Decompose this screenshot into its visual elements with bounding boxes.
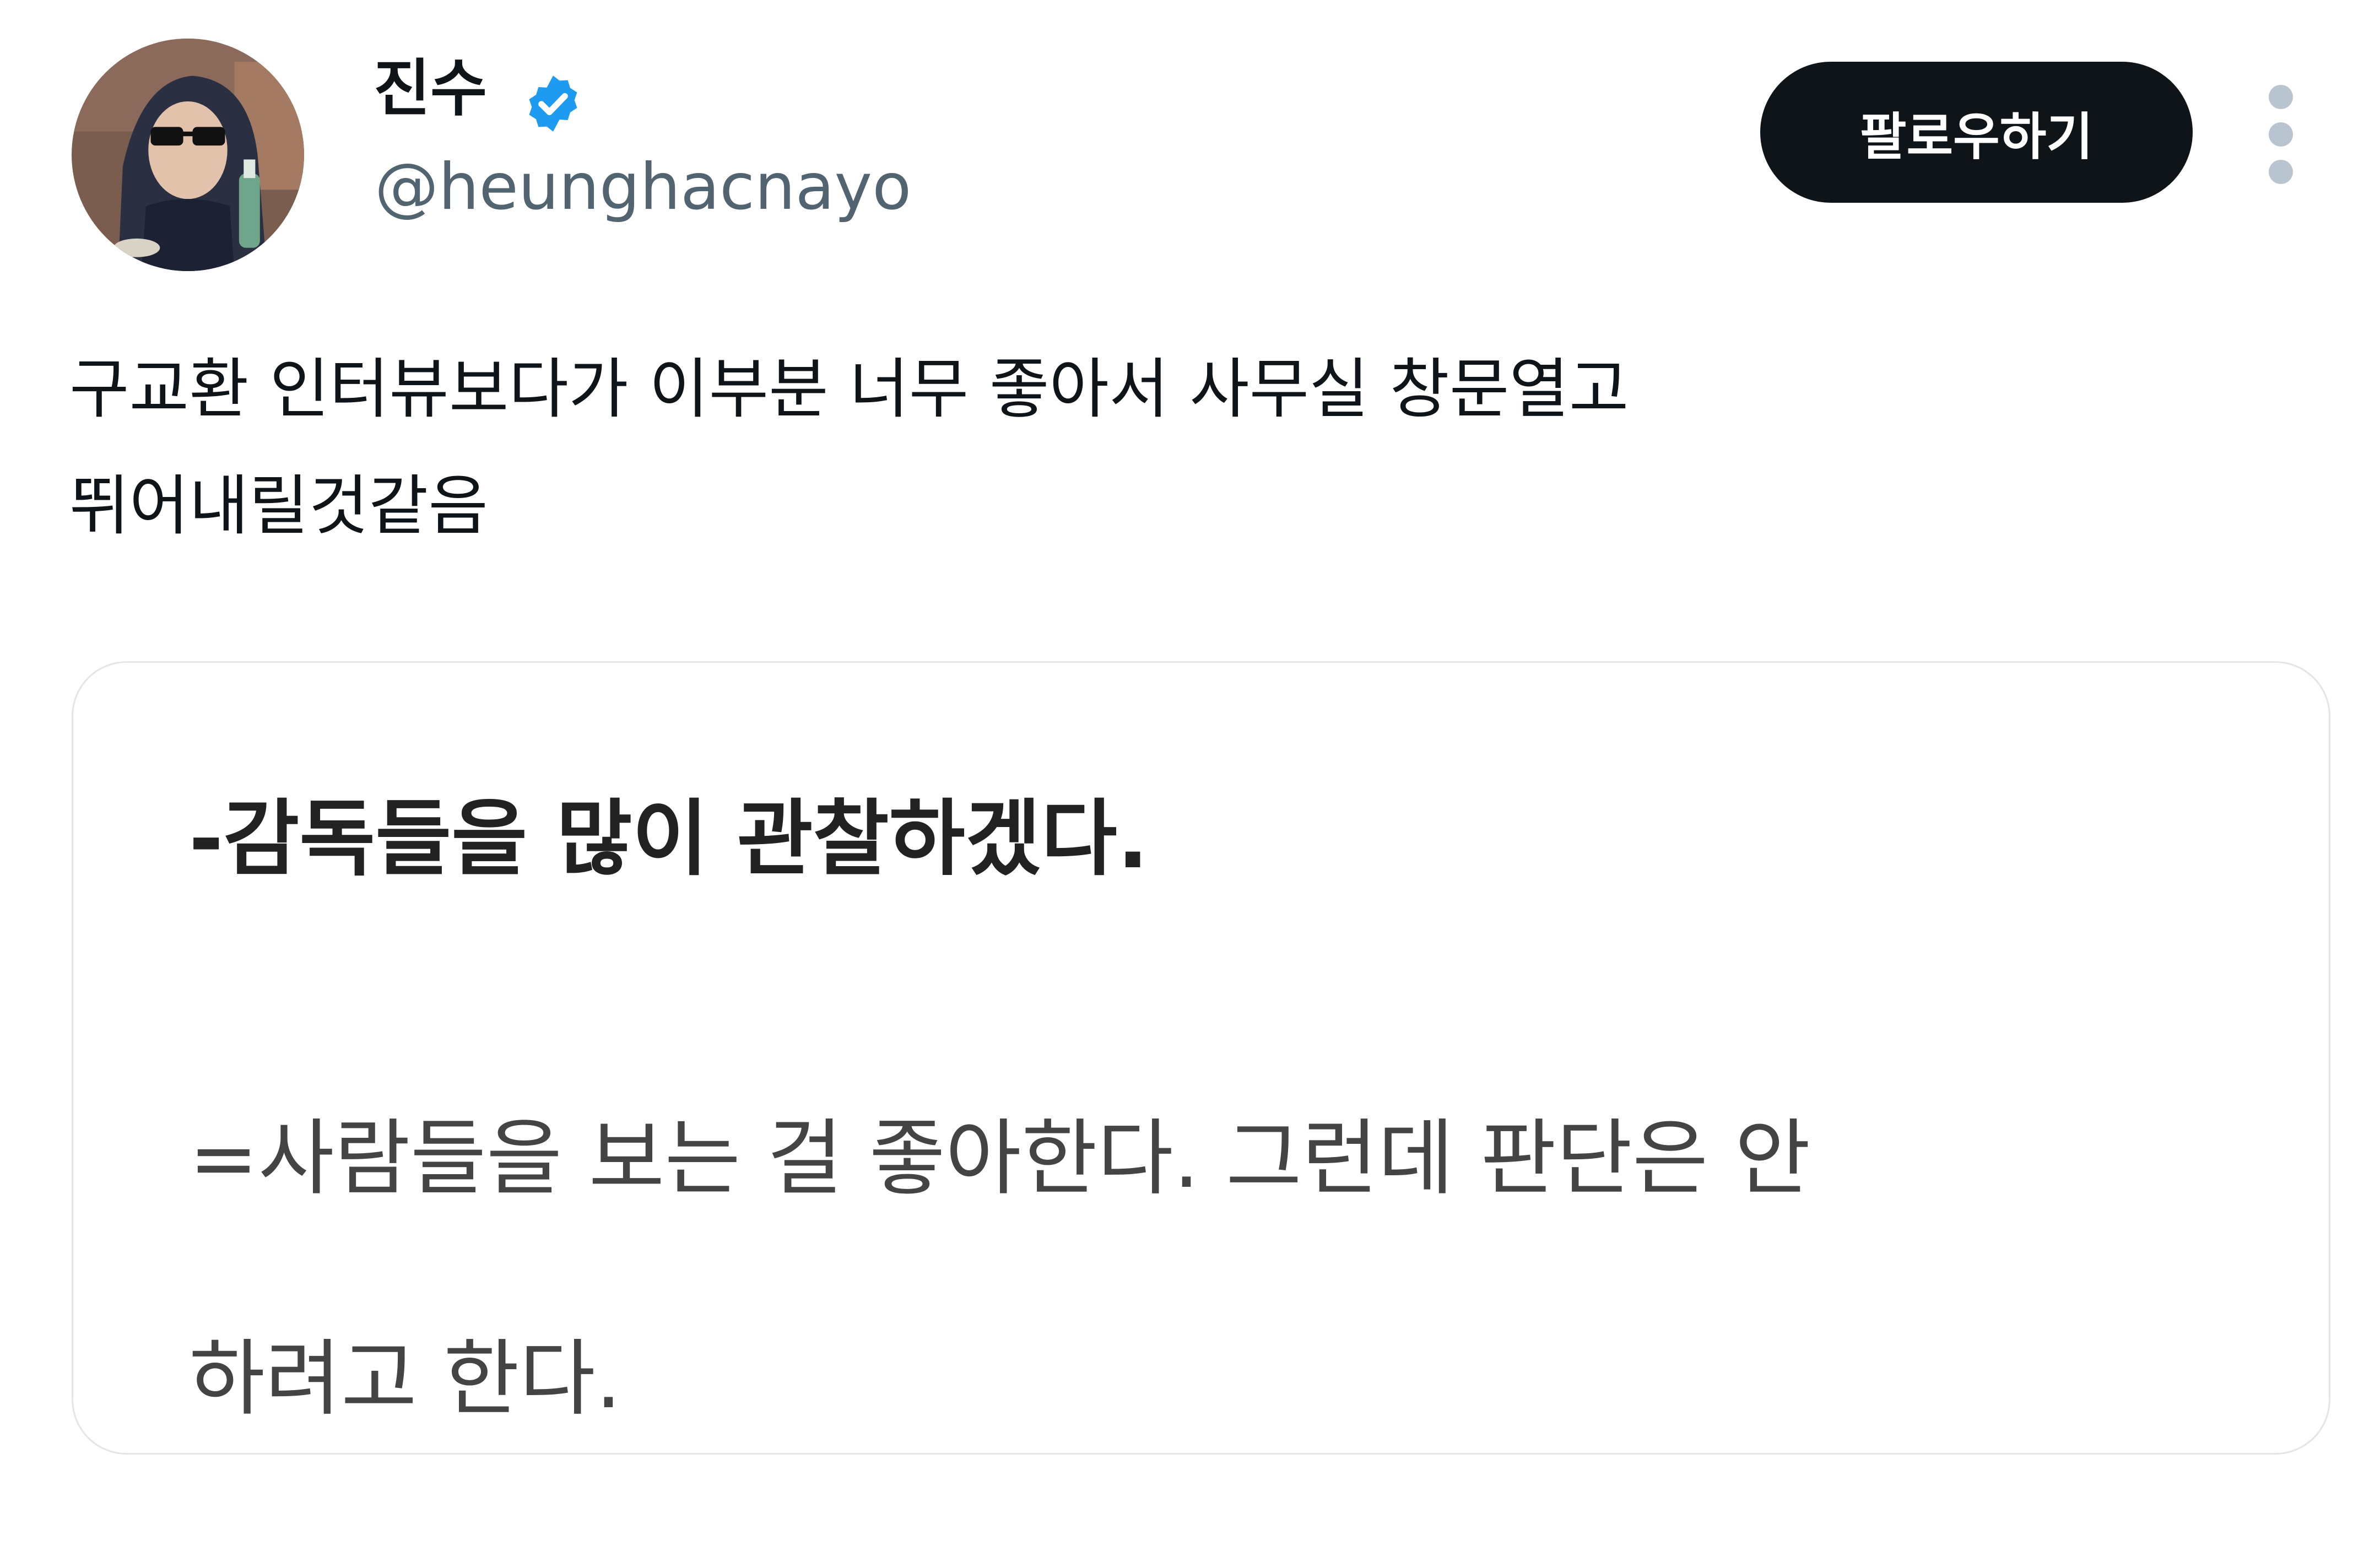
tweet-media-image[interactable]: -감독들을 많이 관찰하겠다. =사람들을 보는 걸 좋아한다. 그런데 판단은… (72, 661, 2330, 1455)
interview-answer: =사람들을 보는 걸 좋아한다. 그런데 판단은 안 하려고 한다. (189, 1049, 1811, 1453)
tweet-text-line: 구교환 인터뷰보다가 이부분 너무 좋아서 사무실 창문열고 (69, 351, 1629, 427)
follow-button-label: 팔로우하기 (1859, 107, 2094, 166)
interview-answer-line: 하려고 한다. (189, 1331, 622, 1427)
interview-answer-line: =사람들을 보는 걸 좋아한다. 그런데 판단은 안 (189, 1111, 1811, 1207)
verified-badge-icon (521, 72, 585, 136)
profile-photo-icon (72, 39, 304, 271)
follow-button[interactable]: 팔로우하기 (1760, 62, 2193, 203)
tweet-text: 구교환 인터뷰보다가 이부분 너무 좋아서 사무실 창문열고 뛰어내릴것같음 (69, 331, 1629, 564)
author-handle[interactable]: @heunghacnayo (375, 155, 911, 219)
more-options-button[interactable] (2259, 83, 2303, 187)
tweet-text-line: 뛰어내릴것같음 (69, 468, 488, 544)
author-display-name[interactable]: 진수 (374, 58, 487, 120)
interview-question: -감독들을 많이 관찰하겠다. (189, 791, 1149, 887)
avatar[interactable] (72, 39, 304, 271)
more-vertical-icon (2269, 85, 2293, 184)
